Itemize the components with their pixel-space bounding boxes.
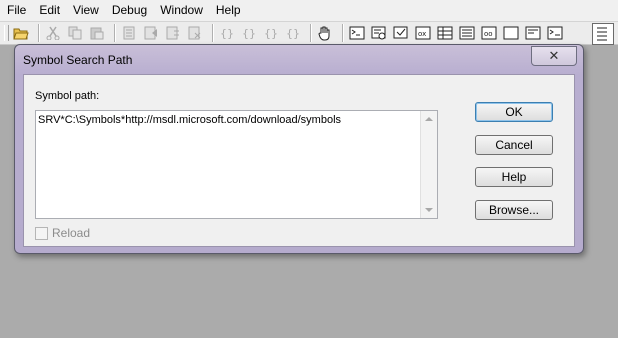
cancel-button[interactable]: Cancel (475, 135, 553, 155)
memory-window-icon[interactable] (436, 24, 454, 42)
command-window-icon[interactable] (348, 24, 366, 42)
symbol-search-path-dialog: Symbol Search Path ✕ Symbol path: SRV*C:… (14, 44, 584, 254)
terminal-window-icon[interactable] (546, 24, 564, 42)
cut-icon[interactable] (44, 24, 62, 42)
scratch-pad-icon[interactable] (502, 24, 520, 42)
ok-button[interactable]: OK (475, 102, 553, 122)
symbol-path-input[interactable]: SRV*C:\Symbols*http://msdl.microsoft.com… (35, 110, 438, 219)
menu-view[interactable]: View (66, 0, 105, 21)
paste-icon[interactable] (88, 24, 106, 42)
toolbar-separator (342, 24, 344, 42)
svg-text:oo: oo (484, 30, 493, 38)
open-folder-icon[interactable] (12, 24, 30, 42)
toolbar-separator (38, 24, 40, 42)
help-button[interactable]: Help (475, 167, 553, 187)
toolbar-separator (310, 24, 312, 42)
step-into-icon[interactable]: {} (218, 24, 236, 42)
menu-help[interactable]: Help (209, 0, 247, 21)
restart-icon[interactable] (164, 24, 182, 42)
menu-bar: File Edit View Debug Window Help (0, 0, 618, 22)
step-over-icon[interactable]: {} (240, 24, 258, 42)
source-window-icon[interactable] (592, 23, 614, 45)
toolbar-separator (212, 24, 214, 42)
disassembly-window-icon[interactable]: oo (480, 24, 498, 42)
browse-button[interactable]: Browse... (475, 200, 553, 220)
menu-file[interactable]: File (0, 0, 32, 21)
svg-text:{}: {} (220, 27, 234, 40)
vertical-scrollbar[interactable] (420, 111, 437, 218)
scroll-down-arrow-icon[interactable] (425, 208, 433, 212)
toolbar-grip[interactable] (4, 25, 9, 41)
source-mode-icon[interactable] (120, 24, 138, 42)
break-hand-icon[interactable] (316, 24, 334, 42)
watch-window-icon[interactable] (370, 24, 388, 42)
go-icon[interactable] (142, 24, 160, 42)
close-button[interactable]: ✕ (531, 46, 577, 66)
stop-debugging-icon[interactable] (186, 24, 204, 42)
menu-edit[interactable]: Edit (32, 0, 66, 21)
dialog-title: Symbol Search Path (23, 53, 133, 67)
step-out-icon[interactable]: {} (262, 24, 280, 42)
dialog-titlebar[interactable]: Symbol Search Path ✕ (15, 45, 583, 74)
reload-checkbox[interactable] (35, 226, 48, 240)
svg-text:{}: {} (286, 27, 300, 40)
reload-label: Reload (52, 226, 91, 240)
run-to-cursor-icon[interactable]: {} (284, 24, 302, 42)
toolbar: {} {} {} {} ox oo (0, 22, 618, 45)
toolbar-separator (114, 24, 116, 42)
close-icon: ✕ (548, 48, 560, 63)
call-stack-window-icon[interactable] (458, 24, 476, 42)
menu-debug[interactable]: Debug (105, 0, 153, 21)
processes-threads-icon[interactable] (524, 24, 542, 42)
scroll-up-arrow-icon[interactable] (425, 117, 433, 121)
locals-window-icon[interactable] (392, 24, 410, 42)
svg-text:{}: {} (242, 27, 256, 40)
svg-text:ox: ox (418, 30, 426, 38)
registers-window-icon[interactable]: ox (414, 24, 432, 42)
dialog-client-area: Symbol path: SRV*C:\Symbols*http://msdl.… (23, 74, 575, 247)
symbol-path-text[interactable]: SRV*C:\Symbols*http://msdl.microsoft.com… (38, 114, 341, 126)
symbol-path-label: Symbol path: (35, 90, 100, 102)
menu-window[interactable]: Window (153, 0, 209, 21)
svg-text:{}: {} (264, 27, 278, 40)
copy-icon[interactable] (66, 24, 84, 42)
reload-option: Reload (35, 226, 90, 240)
